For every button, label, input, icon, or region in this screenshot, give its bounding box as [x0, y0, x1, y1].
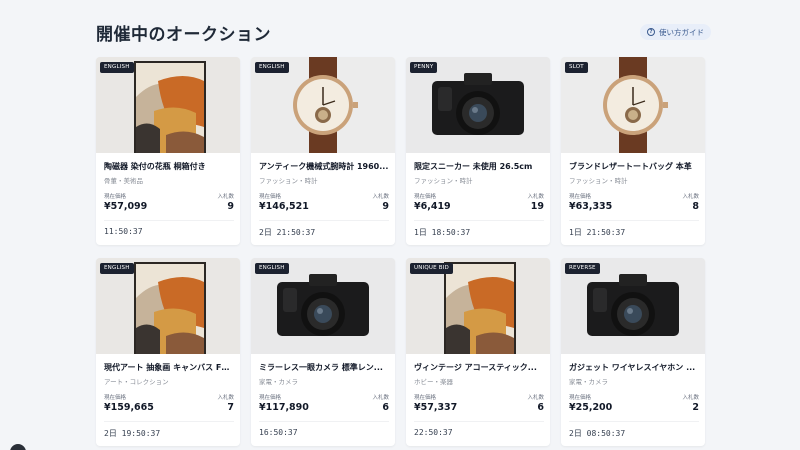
- auction-type-badge: SLOT: [565, 62, 588, 73]
- auction-type-badge: REVERSE: [565, 263, 600, 274]
- auction-card[interactable]: PENNY 限定スニーカー 未使用 26.5cm ファッション・時計 現在価格 …: [406, 57, 550, 245]
- bid-count: 2: [692, 402, 699, 413]
- item-category: 家電・カメラ: [259, 378, 298, 386]
- current-price: ¥146,521: [259, 201, 309, 212]
- item-category: 骨董・美術品: [104, 177, 143, 185]
- bids-label: 入札数: [682, 395, 699, 401]
- price-label: 現在価格: [259, 395, 282, 401]
- auction-type-badge: ENGLISH: [255, 263, 289, 274]
- item-category: ファッション・時計: [569, 177, 628, 185]
- item-title[interactable]: 現代アート 抽象画 キャンバス F2...: [104, 362, 234, 373]
- divider: [259, 220, 389, 221]
- usage-guide-button[interactable]: ? 使い方ガイド: [640, 24, 711, 40]
- divider: [104, 421, 234, 422]
- current-price: ¥63,335: [569, 201, 613, 212]
- item-title[interactable]: ブランドレザートートバッグ 本革: [569, 161, 699, 172]
- auction-card[interactable]: ENGLISH 現代アート 抽象画 キャンバス F2... アート・コレクション…: [96, 258, 240, 446]
- help-icon: ?: [647, 28, 655, 36]
- auction-type-badge: UNIQUE BID: [410, 263, 453, 274]
- item-title[interactable]: アンティーク機械式腕時計 1960...: [259, 161, 389, 172]
- bid-count: 7: [227, 402, 234, 413]
- bids-label: 入札数: [217, 395, 234, 401]
- divider: [569, 220, 699, 221]
- price-label: 現在価格: [104, 194, 127, 200]
- current-price: ¥159,665: [104, 402, 154, 413]
- bid-count: 8: [692, 201, 699, 212]
- bid-count: 6: [537, 402, 544, 413]
- item-category: ファッション・時計: [414, 177, 473, 185]
- time-remaining: 22:50:37: [414, 428, 453, 437]
- divider: [104, 220, 234, 221]
- bids-label: 入札数: [372, 194, 389, 200]
- time-remaining: 11:50:37: [104, 227, 143, 236]
- bids-label: 入札数: [682, 194, 699, 200]
- bid-count: 9: [227, 201, 234, 212]
- price-label: 現在価格: [569, 194, 592, 200]
- auction-card[interactable]: SLOT ブランドレザートートバッグ 本革 ファッション・時計 現在価格 入札数…: [561, 57, 705, 245]
- item-category: ホビー・楽器: [414, 378, 453, 386]
- usage-guide-label: 使い方ガイド: [659, 27, 704, 37]
- divider: [259, 421, 389, 422]
- auction-card[interactable]: ENGLISH ミラーレス一眼カメラ 標準レン... 家電・カメラ 現在価格 入…: [251, 258, 395, 446]
- price-label: 現在価格: [414, 395, 437, 401]
- page-title: 開催中のオークション: [96, 25, 271, 45]
- bid-count: 6: [382, 402, 389, 413]
- bids-label: 入札数: [372, 395, 389, 401]
- divider: [569, 421, 699, 422]
- time-remaining: 2日 21:50:37: [259, 228, 316, 237]
- time-remaining: 2日 08:50:37: [569, 429, 626, 438]
- divider: [414, 421, 544, 422]
- bids-label: 入札数: [527, 194, 544, 200]
- time-remaining: 16:50:37: [259, 428, 298, 437]
- auction-type-badge: ENGLISH: [255, 62, 289, 73]
- auction-card[interactable]: UNIQUE BID ヴィンテージ アコースティック... ホビー・楽器 現在価…: [406, 258, 550, 446]
- time-remaining: 1日 21:50:37: [569, 228, 626, 237]
- current-price: ¥117,890: [259, 402, 309, 413]
- price-label: 現在価格: [569, 395, 592, 401]
- price-label: 現在価格: [104, 395, 127, 401]
- item-category: アート・コレクション: [104, 378, 169, 386]
- auction-card[interactable]: REVERSE ガジェット ワイヤレスイヤホン ... 家電・カメラ 現在価格 …: [561, 258, 705, 446]
- current-price: ¥57,337: [414, 402, 458, 413]
- auction-type-badge: ENGLISH: [100, 263, 134, 274]
- current-price: ¥25,200: [569, 402, 613, 413]
- divider: [414, 220, 544, 221]
- bids-label: 入札数: [527, 395, 544, 401]
- auction-type-badge: PENNY: [410, 62, 438, 73]
- price-label: 現在価格: [259, 194, 282, 200]
- bids-label: 入札数: [217, 194, 234, 200]
- scroll-to-top-button[interactable]: [10, 444, 26, 450]
- time-remaining: 1日 18:50:37: [414, 228, 471, 237]
- auction-type-badge: ENGLISH: [100, 62, 134, 73]
- item-title[interactable]: ミラーレス一眼カメラ 標準レン...: [259, 362, 389, 373]
- auction-card[interactable]: ENGLISH アンティーク機械式腕時計 1960... ファッション・時計 現…: [251, 57, 395, 245]
- price-label: 現在価格: [414, 194, 437, 200]
- time-remaining: 2日 19:50:37: [104, 429, 161, 438]
- item-title[interactable]: ガジェット ワイヤレスイヤホン ...: [569, 362, 699, 373]
- auction-card[interactable]: ENGLISH 陶磁器 染付の花瓶 桐箱付き 骨董・美術品 現在価格 入札数 ¥…: [96, 57, 240, 245]
- item-category: ファッション・時計: [259, 177, 318, 185]
- bid-count: 9: [382, 201, 389, 212]
- current-price: ¥57,099: [104, 201, 148, 212]
- item-title[interactable]: 陶磁器 染付の花瓶 桐箱付き: [104, 161, 234, 172]
- current-price: ¥6,419: [414, 201, 451, 212]
- bid-count: 19: [530, 201, 544, 212]
- item-category: 家電・カメラ: [569, 378, 608, 386]
- item-title[interactable]: ヴィンテージ アコースティック...: [414, 362, 544, 373]
- item-title[interactable]: 限定スニーカー 未使用 26.5cm: [414, 161, 544, 172]
